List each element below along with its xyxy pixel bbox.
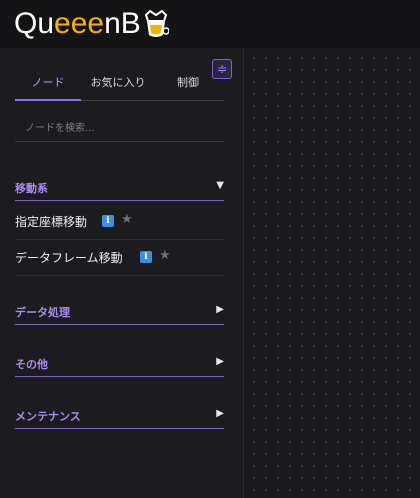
sidebar-tabs: ノード お気に入り 制御 [15,70,224,101]
node-palette-sidebar: ≑ ノード お気に入り 制御 移動系 ▼ 指定座標移動 i ★ データフレーム移… [0,48,244,498]
logo-text-prefix: Qu [14,7,55,40]
info-icon[interactable]: i [140,251,152,263]
node-item-move-to-coordinate[interactable]: 指定座標移動 i ★ [15,203,224,240]
info-icon[interactable]: i [102,215,114,227]
chevron-right-icon: ▶ [216,304,224,315]
logo-text-suffix: nB [104,7,141,40]
section-other[interactable]: その他 ▶ [15,350,224,377]
star-icon[interactable]: ★ [121,212,133,227]
tab-nodes[interactable]: ノード [15,70,81,101]
section-label: メンテナンス [15,410,81,423]
node-item-dataframe-move[interactable]: データフレーム移動 i ★ [15,239,224,276]
bee-crown-icon [144,9,169,37]
chevron-right-icon: ▶ [216,408,224,419]
section-maintenance[interactable]: メンテナンス ▶ [15,402,224,429]
node-search-input[interactable] [15,116,224,142]
flow-canvas[interactable] [244,48,420,498]
tab-control[interactable]: 制御 [155,70,221,100]
section-label: 移動系 [15,182,48,195]
top-bar: Qu eee nB [0,0,420,48]
logo-text-accent: eee [54,7,105,40]
app-logo[interactable]: Qu eee nB [14,4,169,44]
section-label: データ処理 [15,306,70,319]
node-label: データフレーム移動 [15,251,123,265]
section-data-processing[interactable]: データ処理 ▶ [15,298,224,325]
node-label: 指定座標移動 [15,215,88,229]
chevron-right-icon: ▶ [216,356,224,367]
star-icon[interactable]: ★ [159,248,171,263]
chevron-down-icon: ▼ [216,180,224,191]
section-movement[interactable]: 移動系 ▼ [15,174,224,201]
tab-favorites[interactable]: お気に入り [85,70,151,100]
section-label: その他 [15,358,48,371]
